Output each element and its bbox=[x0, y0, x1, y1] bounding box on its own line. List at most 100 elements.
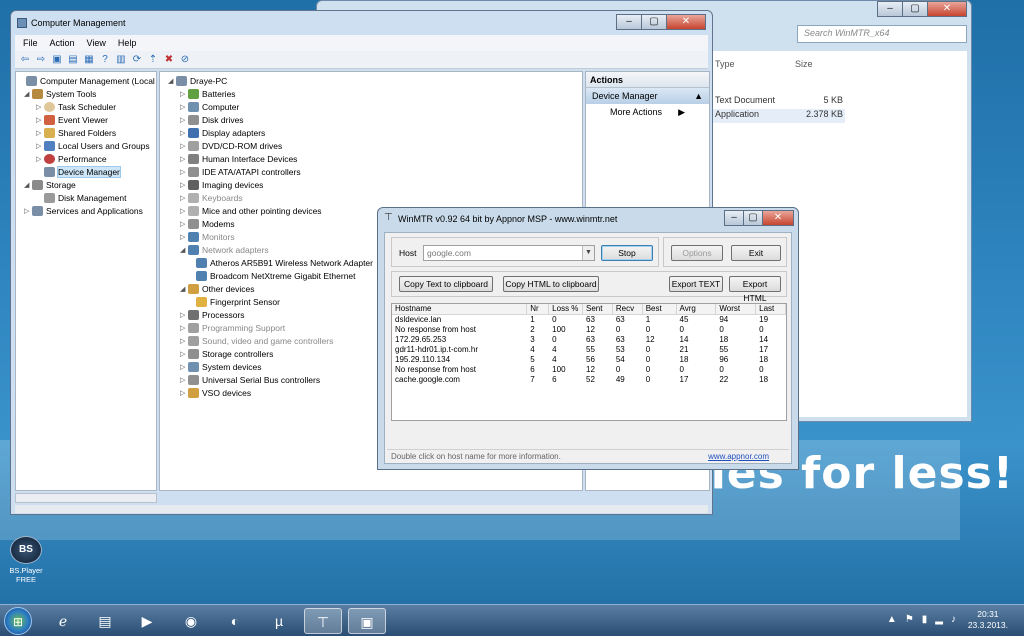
help-icon[interactable]: ? bbox=[99, 54, 111, 66]
collapse-icon[interactable]: ◢ bbox=[24, 90, 32, 98]
export-text-button[interactable]: Export TEXT bbox=[669, 276, 723, 292]
tree-item[interactable]: ▷ DVD/CD-ROM drives bbox=[180, 139, 282, 152]
tree-item[interactable]: Broadcom NetXtreme Gigabit Ethernet bbox=[196, 269, 356, 282]
menu-help[interactable]: Help bbox=[118, 35, 137, 51]
back-icon[interactable]: ⇦ bbox=[19, 54, 31, 66]
copy-text-button[interactable]: Copy Text to clipboard bbox=[399, 276, 493, 292]
tree-item[interactable]: ◢ Other devices bbox=[180, 282, 254, 295]
tree-item[interactable]: Disk Management bbox=[36, 191, 127, 204]
tree-item[interactable]: ▷ Human Interface Devices bbox=[180, 152, 297, 165]
update-driver-icon[interactable]: ⇡ bbox=[147, 54, 159, 66]
tree-item-device-manager[interactable]: Device Manager bbox=[36, 165, 121, 178]
chevron-down-icon[interactable]: ▼ bbox=[582, 246, 594, 260]
table-row[interactable]: dsldevice.lan 1 0 63 63 1 45 94 19 bbox=[392, 315, 786, 325]
tree-item[interactable]: ▷ Processors bbox=[180, 308, 245, 321]
tree-item[interactable]: ◢ Storage bbox=[24, 178, 76, 191]
tree-item[interactable]: ▷ Monitors bbox=[180, 230, 235, 243]
maximize-button[interactable]: ▢ bbox=[902, 1, 928, 17]
forward-icon[interactable]: ⇨ bbox=[35, 54, 47, 66]
column-nr[interactable]: Nr bbox=[527, 304, 550, 314]
table-row[interactable]: No response from host 2 100 12 0 0 0 0 0 bbox=[392, 325, 786, 335]
table-row[interactable]: 172.29.65.253 3 0 63 63 12 14 18 14 bbox=[392, 335, 786, 345]
menu-view[interactable]: View bbox=[87, 35, 106, 51]
start-button[interactable]: ⊞ bbox=[4, 607, 32, 635]
search-input[interactable]: Search WinMTR_x64 bbox=[797, 25, 967, 43]
tree-item[interactable]: ◢ Draye-PC bbox=[168, 74, 227, 87]
minimize-button[interactable]: – bbox=[724, 210, 744, 226]
tree-item[interactable]: ▷ Shared Folders bbox=[36, 126, 116, 139]
close-button[interactable]: ✕ bbox=[762, 210, 794, 226]
tree-item[interactable]: ▷ System devices bbox=[180, 360, 262, 373]
column-worst[interactable]: Worst bbox=[716, 304, 757, 314]
export-html-button[interactable]: Export HTML bbox=[729, 276, 781, 303]
tree-item[interactable]: Atheros AR5B91 Wireless Network Adapter bbox=[196, 256, 373, 269]
tree-item[interactable]: ◢ Network adapters bbox=[180, 243, 269, 256]
more-actions[interactable]: More Actions ▶ bbox=[586, 104, 709, 120]
tree-item[interactable]: ▷ Task Scheduler bbox=[36, 100, 116, 113]
tree-item[interactable]: ▷ VSO devices bbox=[180, 386, 251, 399]
file-row[interactable]: Text Document 5 KB bbox=[713, 95, 845, 109]
computer-management-taskbar-icon[interactable]: ▣ bbox=[348, 608, 386, 634]
menu-action[interactable]: Action bbox=[50, 35, 75, 51]
show-hide-tree-icon[interactable]: ▤ bbox=[67, 54, 79, 66]
battery-icon[interactable]: ▮ bbox=[922, 614, 928, 625]
tree-item[interactable]: ▷ Universal Serial Bus controllers bbox=[180, 373, 320, 386]
tree-item[interactable]: ▷ IDE ATA/ATAPI controllers bbox=[180, 165, 301, 178]
uninstall-icon[interactable]: ✖ bbox=[163, 54, 175, 66]
host-combo[interactable]: google.com ▼ bbox=[423, 245, 595, 261]
column-size[interactable]: Size bbox=[795, 59, 813, 69]
tree-item[interactable]: Fingerprint Sensor bbox=[196, 295, 280, 308]
tree-item[interactable]: ▷ Batteries bbox=[180, 87, 236, 100]
tree-item[interactable]: ▷ Imaging devices bbox=[180, 178, 263, 191]
disable-icon[interactable]: ⊘ bbox=[179, 54, 191, 66]
flag-icon[interactable]: ⚑ bbox=[905, 614, 914, 625]
column-sent[interactable]: Sent bbox=[583, 304, 613, 314]
tree-item[interactable]: ◢ System Tools bbox=[24, 87, 96, 100]
tree-item[interactable]: ▷ Performance bbox=[36, 152, 107, 165]
actions-device-manager[interactable]: Device Manager ▲ bbox=[586, 88, 709, 104]
tree-item[interactable]: ▷ Storage controllers bbox=[180, 347, 273, 360]
bsplayer-desktop-icon[interactable]: BS BS.Player FREE bbox=[6, 536, 46, 584]
copy-html-button[interactable]: Copy HTML to clipboard bbox=[503, 276, 599, 292]
tree-item[interactable]: ▷ Display adapters bbox=[180, 126, 265, 139]
column-best[interactable]: Best bbox=[643, 304, 677, 314]
appnor-link[interactable]: www.appnor.com bbox=[708, 452, 769, 461]
column-recv[interactable]: Recv bbox=[613, 304, 643, 314]
maximize-button[interactable]: ▢ bbox=[743, 210, 763, 226]
tree-item[interactable]: ▷ Computer bbox=[180, 100, 239, 113]
clock[interactable]: 20:31 23.3.2013. bbox=[968, 609, 1008, 631]
tree-item[interactable]: ▷ Services and Applications bbox=[24, 204, 143, 217]
menu-file[interactable]: File bbox=[23, 35, 38, 51]
tree-item[interactable]: ▷ Local Users and Groups bbox=[36, 139, 150, 152]
scan-hardware-icon[interactable]: ⟳ bbox=[131, 54, 143, 66]
view-icon[interactable]: ▥ bbox=[115, 54, 127, 66]
column-avrg[interactable]: Avrg bbox=[677, 304, 717, 314]
utorrent-icon[interactable]: µ bbox=[260, 608, 298, 634]
column-hostname[interactable]: Hostname bbox=[392, 304, 528, 314]
column-loss[interactable]: Loss % bbox=[549, 304, 583, 314]
chrome-icon[interactable]: ◉ bbox=[172, 608, 210, 634]
maximize-button[interactable]: ▢ bbox=[641, 14, 667, 30]
up-folder-icon[interactable]: ▣ bbox=[51, 54, 63, 66]
tree-item[interactable]: ▷ Disk drives bbox=[180, 113, 244, 126]
media-player-icon[interactable]: ▶ bbox=[128, 608, 166, 634]
tree-item[interactable]: ▷ Keyboards bbox=[180, 191, 243, 204]
winmtr-taskbar-icon[interactable]: ⊤ bbox=[304, 608, 342, 634]
stop-button[interactable]: Stop bbox=[601, 245, 653, 261]
close-button[interactable]: ✕ bbox=[666, 14, 706, 30]
minimize-button[interactable]: – bbox=[877, 1, 903, 17]
tree-item[interactable]: ▷ Event Viewer bbox=[36, 113, 108, 126]
collapse-icon[interactable]: ◢ bbox=[24, 181, 32, 189]
tree-item[interactable]: ▷ Programming Support bbox=[180, 321, 285, 334]
options-button[interactable]: Options bbox=[671, 245, 723, 261]
table-row[interactable]: No response from host 6 100 12 0 0 0 0 0 bbox=[392, 365, 786, 375]
exit-button[interactable]: Exit bbox=[731, 245, 781, 261]
tree-item[interactable]: ▷ Modems bbox=[180, 217, 235, 230]
column-last[interactable]: Last bbox=[756, 304, 786, 314]
firefox-icon[interactable]: ◐ bbox=[216, 608, 254, 634]
network-icon[interactable]: ▂ bbox=[935, 614, 943, 625]
column-type[interactable]: Type bbox=[715, 59, 735, 69]
tree-item[interactable]: ▷ Sound, video and game controllers bbox=[180, 334, 333, 347]
volume-icon[interactable]: ♪ bbox=[951, 614, 956, 625]
tree-item[interactable]: Computer Management (Local bbox=[18, 74, 155, 87]
